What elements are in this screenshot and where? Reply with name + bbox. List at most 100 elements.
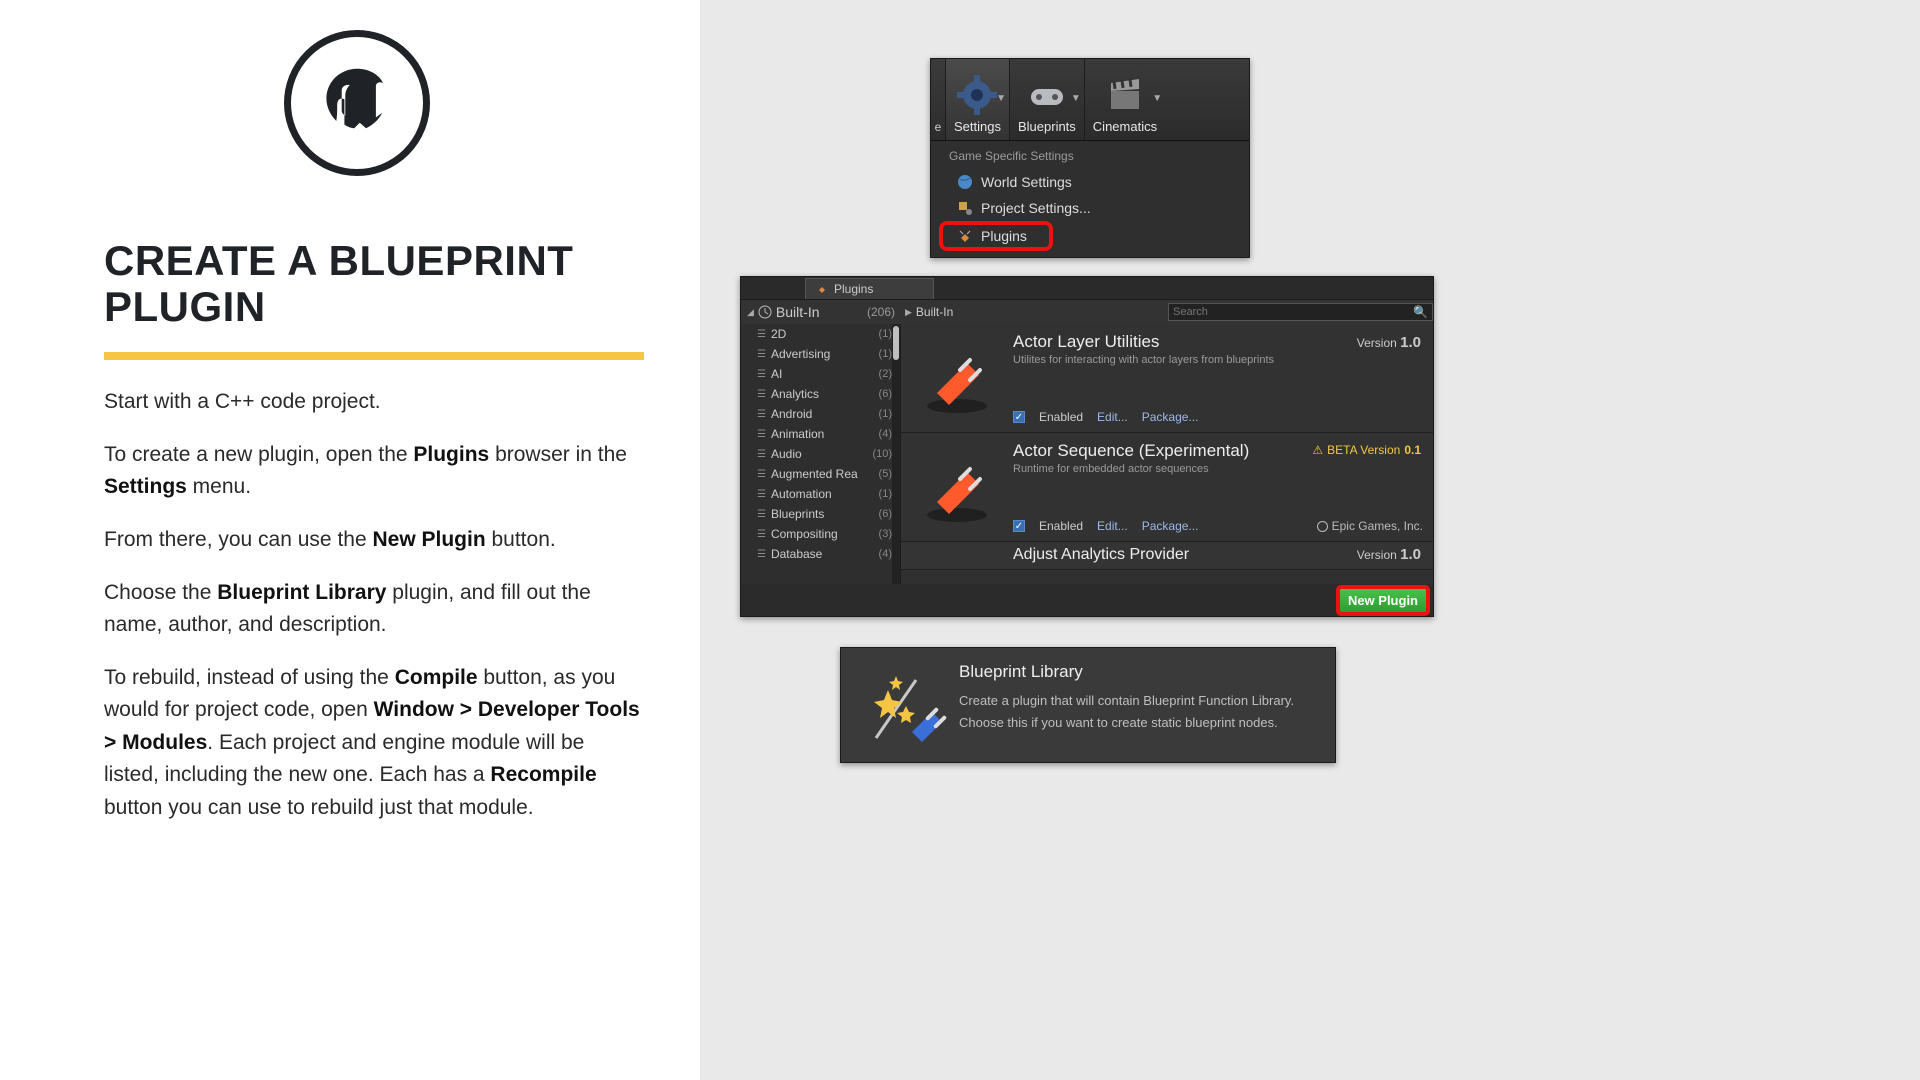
list-icon: ☰ [757, 529, 765, 540]
list-icon: ☰ [757, 449, 765, 460]
chevron-down-icon: ▼ [1071, 93, 1081, 104]
unreal-logo [284, 30, 430, 176]
crumb-row: ◢ Built-In (206) ▶ Built-In 🔍 [741, 300, 1433, 324]
paragraph: Start with a C++ code project. [104, 386, 644, 419]
paragraph: Choose the Blueprint Library plugin, and… [104, 577, 644, 642]
plug-icon [816, 283, 828, 295]
menu-item-plugins[interactable]: Plugins [941, 223, 1051, 249]
minimize-icon[interactable] [765, 283, 775, 293]
card-line: Create a plugin that will contain Bluepr… [959, 690, 1294, 712]
sidebar-category[interactable]: ☰Android(1) [741, 404, 900, 424]
page-title: CREATE A BLUEPRINT PLUGIN [104, 238, 660, 330]
chevron-down-icon: ◢ [747, 307, 754, 318]
blueprint-library-card[interactable]: Blueprint Library Create a plugin that w… [840, 647, 1336, 763]
enabled-label: Enabled [1039, 519, 1083, 533]
list-icon: ☰ [757, 489, 765, 500]
enabled-checkbox[interactable]: ✓ [1013, 520, 1025, 532]
tab-plugins[interactable]: Plugins [805, 278, 934, 299]
search-field[interactable] [1169, 306, 1413, 318]
sidebar-category[interactable]: ☰AI(2) [741, 364, 900, 384]
list-icon: ☰ [757, 409, 765, 420]
plugin-row[interactable]: Actor Sequence (Experimental) Runtime fo… [901, 433, 1433, 542]
plugin-list: Actor Layer Utilities Utilites for inter… [901, 324, 1433, 584]
menu-item-world-settings[interactable]: World Settings [931, 169, 1249, 195]
sidebar-category[interactable]: ☰2D(1) [741, 324, 900, 344]
sidebar-category[interactable]: ☰Automation(1) [741, 484, 900, 504]
blueprints-toolbar-button[interactable]: ▼ Blueprints [1010, 59, 1084, 140]
category-icon [758, 305, 772, 319]
sidebar-category[interactable]: ☰Blueprints(6) [741, 504, 900, 524]
settings-menu-screenshot: e ▼ Settings ▼ Blueprints ▼ Cinemat [930, 58, 1250, 258]
package-link[interactable]: Package... [1142, 410, 1199, 424]
enabled-checkbox[interactable]: ✓ [1013, 411, 1025, 423]
clapboard-icon [1105, 75, 1145, 115]
builtin-root[interactable]: ◢ Built-In (206) [741, 304, 901, 320]
sidebar-category[interactable]: ☰Database(4) [741, 544, 900, 564]
toolbar-cut-edge: e [931, 59, 945, 140]
list-icon: ☰ [757, 509, 765, 520]
list-icon: ☰ [757, 329, 765, 340]
card-line: Choose this if you want to create static… [959, 712, 1294, 734]
gear-icon [957, 75, 997, 115]
close-icon[interactable] [749, 283, 759, 293]
list-icon: ☰ [757, 549, 765, 560]
cinematics-label: Cinematics [1093, 119, 1157, 134]
plugin-row[interactable]: Actor Layer Utilities Utilites for inter… [901, 324, 1433, 433]
title-underline [104, 352, 644, 360]
plugin-version: Version 1.0 [1357, 546, 1421, 563]
globe-icon [1317, 521, 1328, 532]
plugin-row[interactable]: Adjust Analytics Provider Version 1.0 [901, 542, 1433, 570]
plugin-version: Version 1.0 [1357, 334, 1421, 351]
plugin-desc: Utilites for interacting with actor laye… [1013, 354, 1423, 366]
plugin-desc: Runtime for embedded actor sequences [1013, 463, 1423, 475]
paragraph: To create a new plugin, open the Plugins… [104, 439, 644, 504]
paragraph: To rebuild, instead of using the Compile… [104, 662, 644, 825]
card-text: Blueprint Library Create a plugin that w… [959, 662, 1294, 748]
list-icon: ☰ [757, 349, 765, 360]
plug-icon [911, 441, 1003, 533]
settings-label: Settings [954, 119, 1001, 134]
settings-toolbar-button[interactable]: ▼ Settings [946, 59, 1009, 140]
package-link[interactable]: Package... [1142, 519, 1199, 533]
scrollbar-thumb[interactable] [893, 326, 899, 360]
sidebar-category[interactable]: ☰Augmented Rea(5) [741, 464, 900, 484]
editor-toolbar: e ▼ Settings ▼ Blueprints ▼ Cinemat [931, 59, 1249, 141]
list-icon: ☰ [757, 469, 765, 480]
new-plugin-button[interactable]: New Plugin [1339, 588, 1427, 613]
chevron-down-icon: ▼ [996, 93, 1006, 104]
sidebar-category[interactable]: ☰Animation(4) [741, 424, 900, 444]
dropdown-section-header: Game Specific Settings [931, 145, 1249, 169]
search-input[interactable]: 🔍 [1168, 303, 1433, 321]
edit-link[interactable]: Edit... [1097, 410, 1128, 424]
list-icon: ☰ [757, 369, 765, 380]
sidebar-category[interactable]: ☰Compositing(3) [741, 524, 900, 544]
settings-dropdown: Game Specific Settings World Settings Pr… [931, 141, 1249, 257]
wizard-plug-icon [859, 662, 959, 748]
slide-text-column: CREATE A BLUEPRINT PLUGIN Start with a C… [0, 0, 700, 1080]
plugins-footer: New Plugin [741, 584, 1433, 616]
list-icon: ☰ [757, 429, 765, 440]
plug-icon [957, 228, 973, 244]
category-sidebar: ☰2D(1)☰Advertising(1)☰AI(2)☰Analytics(6)… [741, 324, 901, 584]
wrench-gear-icon [957, 200, 973, 216]
sidebar-category[interactable]: ☰Analytics(6) [741, 384, 900, 404]
chevron-down-icon: ▼ [1152, 93, 1162, 104]
edit-link[interactable]: Edit... [1097, 519, 1128, 533]
menu-item-project-settings[interactable]: Project Settings... [931, 195, 1249, 221]
list-icon: ☰ [757, 389, 765, 400]
sidebar-category[interactable]: ☰Audio(10) [741, 444, 900, 464]
cinematics-toolbar-button[interactable]: ▼ Cinematics [1085, 59, 1165, 140]
maximize-icon[interactable] [781, 283, 791, 293]
beta-badge: ⚠BETA Version 0.1 [1312, 443, 1421, 457]
blueprints-label: Blueprints [1018, 119, 1076, 134]
plug-icon [911, 332, 1003, 424]
sidebar-category[interactable]: ☰Advertising(1) [741, 344, 900, 364]
screenshot-column: e ▼ Settings ▼ Blueprints ▼ Cinemat [700, 0, 1920, 1080]
body-text: Start with a C++ code project. To create… [104, 386, 660, 824]
enabled-label: Enabled [1039, 410, 1083, 424]
search-icon: 🔍 [1413, 305, 1428, 319]
breadcrumb[interactable]: Built-In [916, 305, 953, 319]
card-title: Blueprint Library [959, 662, 1294, 682]
paragraph: From there, you can use the New Plugin b… [104, 524, 644, 557]
scrollbar[interactable] [892, 324, 900, 584]
